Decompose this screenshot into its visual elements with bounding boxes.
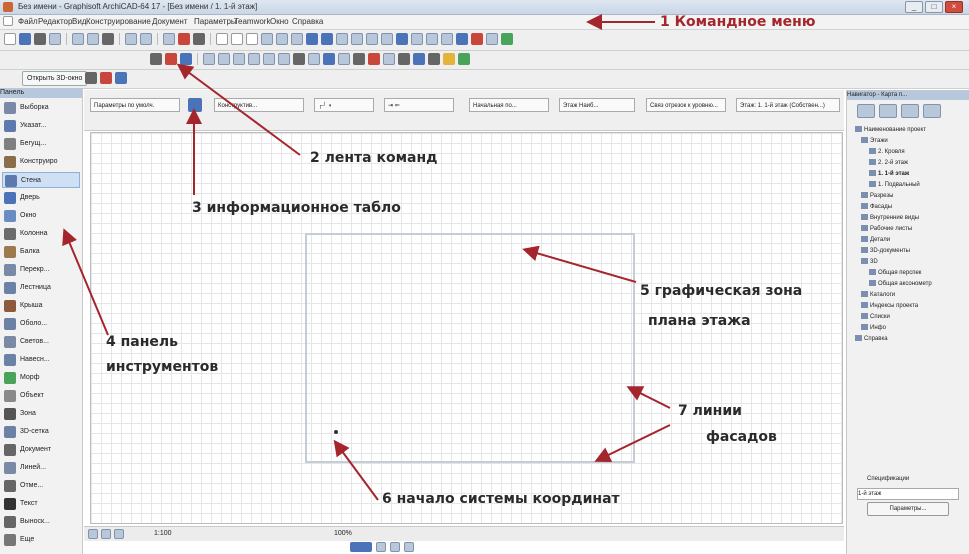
annotation-command-ribbon: 2 лента команд: [310, 150, 438, 166]
annotation-command-menu: 1 Командное меню: [660, 14, 816, 30]
annotation-origin: 6 начало системы координат: [382, 491, 620, 507]
annotation-arrows: [62, 14, 671, 501]
annotation-info-box: 3 информационное табло: [192, 200, 401, 216]
annotation-toolbox-1: 4 панель: [106, 334, 179, 350]
annotation-toolbox-2: инструментов: [106, 359, 219, 375]
annotation-graphic-zone-1: 5 графическая зона: [640, 283, 803, 299]
annotation-graphic-zone-2: плана этажа: [648, 313, 751, 329]
annotation-facades-2: фасадов: [706, 429, 777, 445]
annotation-facades-1: 7 линии: [678, 403, 742, 419]
